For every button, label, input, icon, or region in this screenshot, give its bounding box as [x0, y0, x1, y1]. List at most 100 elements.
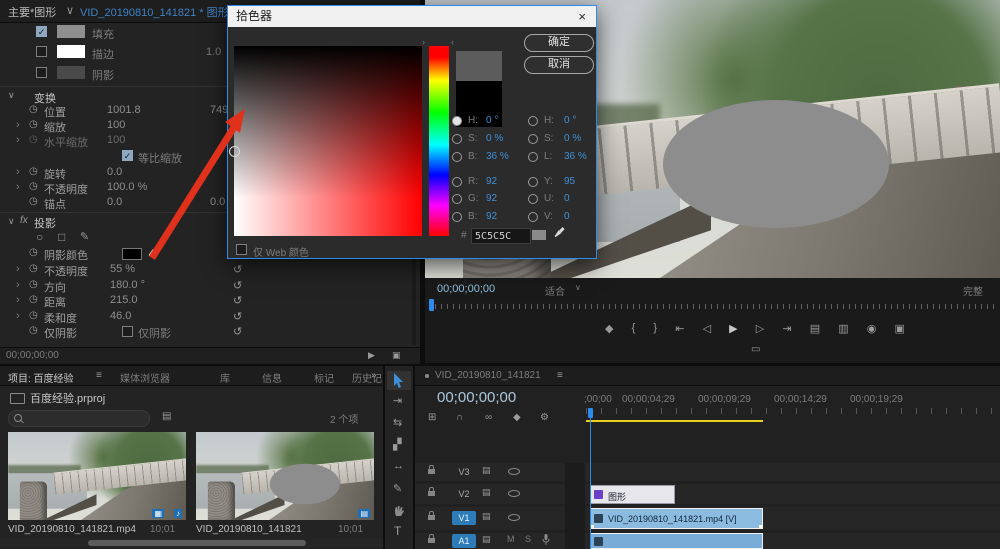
stopwatch-icon[interactable]: ◷ [29, 196, 38, 207]
hsl-s-value[interactable]: 0 % [564, 133, 581, 144]
dialog-titlebar[interactable]: 拾色器 × [228, 6, 596, 27]
hue-slider[interactable] [429, 46, 449, 236]
tab-markers[interactable]: 标记 [314, 370, 334, 385]
effect-controls-timecode[interactable]: 00;00;00;00 [6, 350, 59, 361]
rgb-r-value[interactable]: 92 [486, 176, 497, 187]
chevron-down-icon[interactable]: ∨ [575, 283, 581, 292]
monitor-ruler[interactable] [429, 304, 995, 309]
timeline-clip-graphic[interactable]: 图形 [590, 485, 675, 504]
anchor-x-value[interactable]: 0.0 [107, 196, 122, 208]
tab-media-browser[interactable]: 媒体浏览器 [120, 370, 170, 385]
reset-icon[interactable]: ↺ [233, 325, 242, 338]
search-input[interactable] [8, 410, 150, 427]
web-colors-checkbox[interactable] [236, 244, 247, 255]
comparison-view-icon[interactable]: ▣ [894, 322, 904, 335]
hand-tool[interactable] [393, 505, 405, 517]
ripple-edit-tool[interactable]: ⇆ [393, 416, 402, 429]
sequence-badge-icon[interactable]: ▤ [358, 509, 370, 518]
tab-libraries[interactable]: 库 [220, 370, 230, 385]
stopwatch-icon[interactable]: ◷ [29, 166, 38, 177]
collapse-icon[interactable]: ∨ [8, 90, 15, 101]
panel-menu-icon[interactable]: ≡ [96, 370, 102, 381]
track-output-icon[interactable] [508, 490, 520, 497]
stopwatch-icon[interactable]: ◷ [29, 294, 38, 305]
expand-icon[interactable]: › [16, 279, 20, 291]
timeline-playhead-line[interactable] [590, 408, 591, 549]
stopwatch-icon[interactable]: ◷ [29, 181, 38, 192]
track-target-v1[interactable]: V1 [452, 511, 476, 525]
mic-icon[interactable] [542, 534, 550, 545]
shadow-checkbox[interactable] [36, 67, 47, 78]
yuv-v-radio[interactable] [528, 212, 538, 222]
tab-project[interactable]: 项目: 百度经验 [8, 370, 74, 385]
overlay-ellipse[interactable] [663, 100, 889, 228]
track-target-a1[interactable]: A1 [452, 534, 476, 548]
marker-icon[interactable]: ◆ [605, 322, 613, 335]
expand-icon[interactable]: › [16, 263, 20, 275]
snap-icon[interactable]: ∩ [456, 412, 463, 423]
hsl-h-value[interactable]: 0 ° [564, 115, 576, 126]
button-editor-icon[interactable]: ▭ [751, 344, 760, 355]
stopwatch-icon[interactable]: ◷ [29, 279, 38, 290]
film-badge-icon[interactable]: ▦ [152, 509, 164, 518]
ellipse-tool-icon[interactable]: ○ [36, 230, 43, 244]
stopwatch-icon[interactable]: ◷ [29, 119, 38, 130]
track-select-tool[interactable]: ⇥ [393, 394, 402, 407]
hsb-b-radio[interactable] [452, 152, 462, 162]
fill-checkbox[interactable]: ✓ [36, 26, 47, 37]
track-target-v2[interactable]: V2 [452, 487, 476, 501]
work-area-bar[interactable] [586, 420, 763, 422]
item-name[interactable]: VID_20190810_141821 [196, 524, 302, 535]
rgb-g-value[interactable]: 92 [486, 193, 497, 204]
yuv-y-value[interactable]: 95 [564, 176, 575, 187]
mark-out-icon[interactable]: } [653, 322, 657, 335]
stroke-checkbox[interactable] [36, 46, 47, 57]
expand-icon[interactable]: › [16, 310, 20, 322]
sync-lock-icon[interactable]: ▤ [482, 487, 491, 498]
yuv-u-value[interactable]: 0 [564, 193, 570, 204]
scale-value[interactable]: 100 [107, 119, 125, 131]
stroke-width-value[interactable]: 1.0 [206, 46, 221, 58]
lock-icon[interactable] [428, 538, 435, 543]
sync-lock-icon[interactable]: ▤ [482, 511, 491, 522]
expand-icon[interactable]: › [16, 294, 20, 306]
fill-swatch[interactable] [57, 25, 85, 38]
step-forward-icon[interactable]: ▷ [756, 322, 764, 335]
shadow-only-checkbox[interactable] [122, 326, 133, 337]
quality-dropdown[interactable]: 完整 [963, 283, 983, 298]
eyedropper-icon[interactable] [552, 225, 566, 239]
list-view-icon[interactable]: ▤ [162, 411, 171, 422]
tab-info[interactable]: 信息 [262, 370, 282, 385]
hsb-b-value[interactable]: 36 % [486, 151, 509, 162]
rgb-b-radio[interactable] [452, 212, 462, 222]
go-to-in-icon[interactable]: ⇤ [675, 322, 684, 335]
expand-icon[interactable]: › [16, 181, 20, 193]
stopwatch-icon[interactable]: ◷ [29, 325, 38, 336]
hsl-l-value[interactable]: 36 % [564, 151, 587, 162]
opacity-value[interactable]: 100.0 % [107, 181, 147, 193]
color-field-cursor[interactable] [229, 146, 240, 157]
go-to-out-icon[interactable]: ⇥ [782, 322, 791, 335]
project-name[interactable]: 百度经验.prproj [30, 390, 105, 406]
stroke-swatch[interactable] [57, 45, 85, 58]
track-output-icon[interactable] [508, 514, 520, 521]
lock-icon[interactable] [428, 515, 435, 520]
clip-handle[interactable] [591, 525, 594, 528]
timeline-clip-audio[interactable] [590, 533, 763, 549]
tab-timeline-sequence[interactable]: VID_20190810_141821 [435, 370, 541, 381]
eyedropper-icon[interactable] [146, 244, 160, 258]
stopwatch-icon[interactable]: ◷ [29, 104, 38, 115]
shadow-distance-value[interactable]: 215.0 [110, 294, 138, 306]
shadow-softness-value[interactable]: 46.0 [110, 310, 131, 322]
cancel-button[interactable]: 取消 [524, 56, 594, 74]
program-timecode[interactable]: 00;00;00;00 [437, 283, 495, 295]
collapse-icon[interactable]: ∨ [8, 216, 15, 227]
reset-icon[interactable]: ↺ [233, 310, 242, 323]
expand-icon[interactable]: › [16, 134, 20, 146]
extract-icon[interactable]: ▥ [838, 322, 848, 335]
type-tool[interactable]: T [394, 524, 401, 538]
reset-icon[interactable]: ↺ [233, 279, 242, 292]
nest-toggle-icon[interactable]: ⊞ [428, 412, 436, 423]
timeline-ruler[interactable] [586, 408, 1000, 414]
expand-icon[interactable]: › [16, 119, 20, 131]
